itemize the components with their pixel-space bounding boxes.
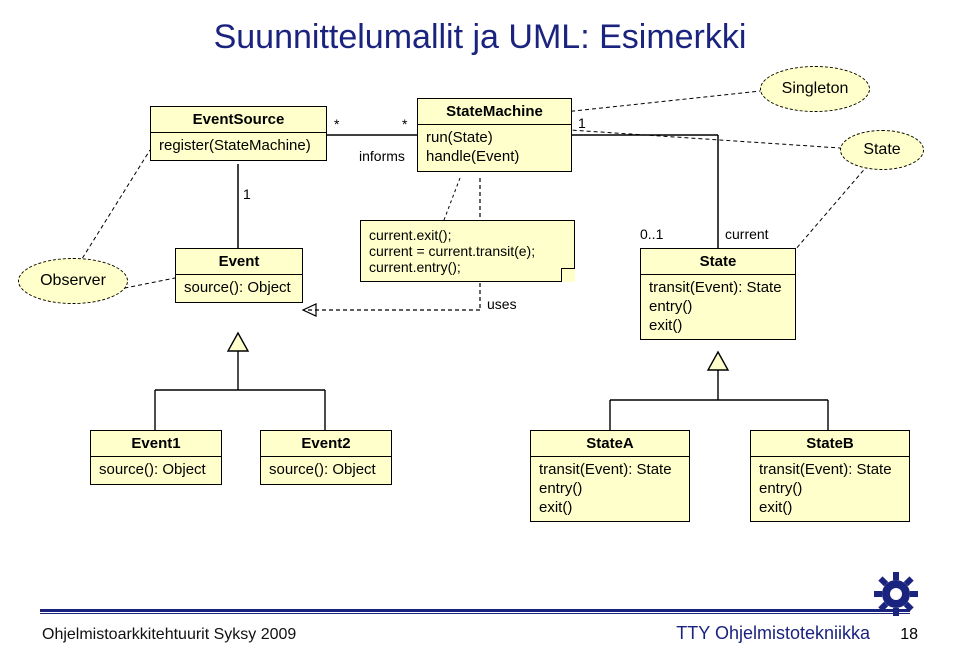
- class-event: Event source(): Object: [175, 248, 303, 303]
- class-event1: Event1 source(): Object: [90, 430, 222, 485]
- class-event-source: EventSource register(StateMachine): [150, 106, 327, 161]
- pattern-singleton: Singleton: [760, 66, 870, 112]
- class-state-machine: StateMachine run(State) handle(Event): [417, 98, 572, 172]
- class-ops: register(StateMachine): [151, 133, 326, 160]
- mult-star: *: [334, 116, 339, 132]
- pattern-observer: Observer: [18, 258, 128, 304]
- class-ops: transit(Event): State entry() exit(): [641, 275, 795, 339]
- mult-state: 0..1: [640, 226, 663, 242]
- op-line: exit(): [539, 499, 681, 518]
- class-ops: source(): Object: [261, 457, 391, 484]
- assoc-label-uses: uses: [487, 296, 517, 312]
- class-name: StateB: [751, 431, 909, 457]
- gear-icon: [874, 572, 918, 616]
- class-name: Event: [176, 249, 302, 275]
- op-line: handle(Event): [426, 148, 563, 167]
- class-name: State: [641, 249, 795, 275]
- class-name: Event2: [261, 431, 391, 457]
- role-current: current: [725, 226, 769, 242]
- class-event2: Event2 source(): Object: [260, 430, 392, 485]
- op-line: exit(): [649, 317, 787, 336]
- class-state-b: StateB transit(Event): State entry() exi…: [750, 430, 910, 522]
- op-line: entry(): [539, 480, 681, 499]
- footer-left: Ohjelmistoarkkitehtuurit Syksy 2009: [42, 626, 296, 644]
- class-ops: transit(Event): State entry() exit(): [531, 457, 689, 521]
- op-line: entry(): [649, 298, 787, 317]
- op-line: transit(Event): State: [759, 461, 901, 480]
- class-state: State transit(Event): State entry() exit…: [640, 248, 796, 340]
- note-line: current.entry();: [369, 259, 566, 275]
- mult-star: *: [402, 116, 407, 132]
- mult-one: 1: [243, 186, 251, 202]
- op-line: transit(Event): State: [649, 279, 787, 298]
- op-line: entry(): [759, 480, 901, 499]
- class-name: Event1: [91, 431, 221, 457]
- page-title: Suunnittelumallit ja UML: Esimerkki: [0, 18, 960, 57]
- note-line: current.exit();: [369, 227, 566, 243]
- pattern-state: State: [840, 130, 924, 170]
- class-name: EventSource: [151, 107, 326, 133]
- class-ops: source(): Object: [176, 275, 302, 302]
- note-line: current = current.transit(e);: [369, 243, 566, 259]
- class-ops: run(State) handle(Event): [418, 125, 571, 171]
- note-handle-event: current.exit(); current = current.transi…: [360, 220, 575, 282]
- page-number: 18: [900, 626, 918, 644]
- class-name: StateMachine: [418, 99, 571, 125]
- class-ops: source(): Object: [91, 457, 221, 484]
- note-fold-icon: [561, 268, 575, 282]
- footer-divider: [40, 609, 910, 614]
- op-line: transit(Event): State: [539, 461, 681, 480]
- footer-right: TTY Ohjelmistotekniikka: [676, 623, 870, 644]
- class-ops: transit(Event): State entry() exit(): [751, 457, 909, 521]
- class-name: StateA: [531, 431, 689, 457]
- mult-one: 1: [578, 115, 586, 131]
- class-state-a: StateA transit(Event): State entry() exi…: [530, 430, 690, 522]
- assoc-label-informs: informs: [359, 148, 405, 164]
- op-line: exit(): [759, 499, 901, 518]
- op-line: run(State): [426, 129, 563, 148]
